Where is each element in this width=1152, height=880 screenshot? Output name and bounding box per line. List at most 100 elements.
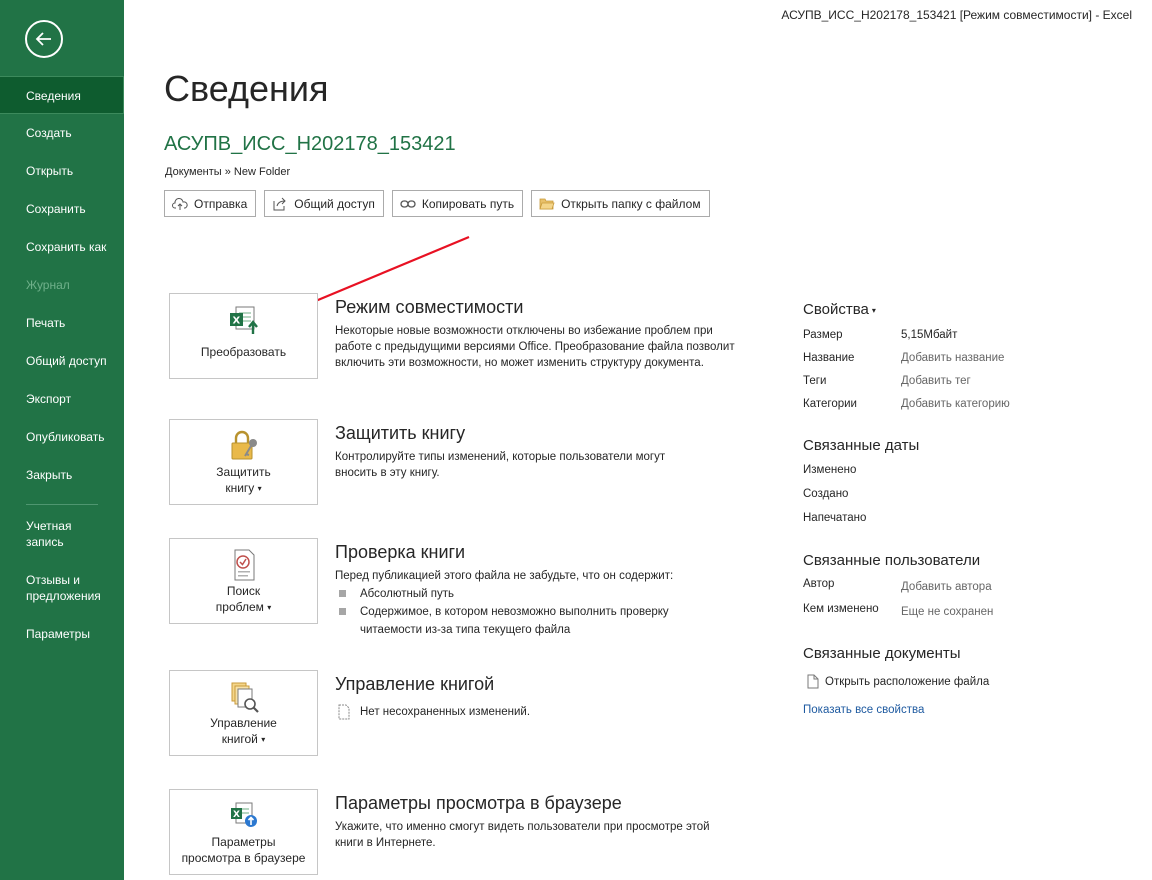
- nav-feedback-line2: предложения: [26, 589, 101, 603]
- check-issues-label: Поиск проблем ▾: [216, 583, 271, 616]
- date-created-label: Создано: [803, 488, 849, 500]
- share-button[interactable]: Общий доступ: [264, 190, 384, 217]
- browser-view-options-label: Параметры просмотра в браузере: [182, 834, 306, 866]
- nav-close[interactable]: Закрыть: [0, 456, 124, 494]
- nav-export[interactable]: Экспорт: [0, 380, 124, 418]
- browser-view-options-button[interactable]: X Параметры просмотра в браузере: [169, 789, 318, 875]
- upload-button[interactable]: Отправка: [164, 190, 257, 217]
- properties-dropdown[interactable]: Свойства ▾: [803, 301, 876, 318]
- open-file-location-link[interactable]: Открыть расположение файла: [825, 676, 989, 688]
- page-title: Сведения: [164, 68, 329, 109]
- protect-workbook-button[interactable]: Защитить книгу ▾: [169, 419, 318, 505]
- chevron-down-icon: ▾: [871, 305, 876, 315]
- document-icon: [807, 674, 819, 689]
- link-icon: [400, 196, 416, 212]
- compat-title: Режим совместимости: [335, 297, 524, 317]
- backstage-nav-secondary: Учетная запись Отзывы и предложения Пара…: [0, 518, 124, 642]
- copy-path-label: Копировать путь: [421, 196, 515, 211]
- manage-workbook-label: Управление книгой ▾: [210, 715, 277, 748]
- open-folder-button[interactable]: Открыть папку с файлом: [531, 190, 710, 217]
- manage-versions-icon: [226, 679, 262, 715]
- convert-button[interactable]: X Преобразовать: [169, 293, 318, 379]
- prop-title-input[interactable]: Добавить название: [901, 352, 1004, 364]
- add-author-input[interactable]: Добавить автора: [901, 581, 992, 593]
- manage-title: Управление книгой: [335, 674, 495, 694]
- date-printed-label: Напечатано: [803, 512, 867, 524]
- nav-history: Журнал: [26, 278, 70, 292]
- excel-browser-icon: X: [226, 798, 262, 834]
- nav-new[interactable]: Создать: [0, 114, 124, 152]
- inspect-title: Проверка книги: [335, 542, 466, 562]
- prop-tags-label: Теги: [803, 375, 827, 387]
- show-all-properties-link[interactable]: Показать все свойства: [803, 704, 924, 716]
- prop-size-value: 5,15Мбайт: [901, 329, 958, 341]
- date-modified-label: Изменено: [803, 464, 857, 476]
- nav-info[interactable]: Сведения: [0, 76, 124, 114]
- file-name: АСУПВ_ИСС_Н202178_153421: [164, 133, 456, 155]
- nav-account-line1: Учетная: [26, 519, 72, 533]
- browser-desc: Укажите, что именно смогут видеть пользо…: [335, 821, 710, 849]
- nav-options[interactable]: Параметры: [0, 626, 124, 642]
- last-modified-by-value: Еще не сохранен: [901, 606, 994, 618]
- open-folder-label: Открыть папку с файлом: [561, 196, 701, 211]
- protect-title: Защитить книгу: [335, 423, 466, 443]
- prop-tags-input[interactable]: Добавить тег: [901, 375, 971, 387]
- check-issues-line2-wrap: проблем ▾: [216, 599, 271, 616]
- bullet-icon: [339, 590, 346, 597]
- nav-publish[interactable]: Опубликовать: [0, 418, 124, 456]
- prop-title-label: Название: [803, 352, 855, 364]
- manage-workbook-line2-wrap: книгой ▾: [210, 731, 277, 748]
- manage-status: Нет несохраненных изменений.: [360, 706, 531, 718]
- prop-categories-label: Категории: [803, 398, 857, 410]
- protect-desc: Контролируйте типы изменений, которые по…: [335, 451, 666, 479]
- nav-share[interactable]: Общий доступ: [0, 342, 124, 380]
- lock-key-icon: [226, 428, 262, 464]
- nav-open[interactable]: Открыть: [0, 152, 124, 190]
- browser-view-options-line2: просмотра в браузере: [181, 851, 306, 865]
- check-issues-button[interactable]: Поиск проблем ▾: [169, 538, 318, 624]
- chevron-down-icon: ▾: [257, 483, 262, 493]
- inspect-desc: Перед публикацией этого файла не забудьт…: [335, 570, 674, 582]
- back-arrow-icon: [35, 32, 51, 46]
- related-docs-title: Связанные документы: [803, 645, 961, 662]
- bullet-icon: [339, 608, 346, 615]
- inspect-bullet-accessibility: Содержимое, в котором невозможно выполни…: [360, 606, 669, 636]
- manage-workbook-button[interactable]: Управление книгой ▾: [169, 670, 318, 756]
- window-title: АСУПВ_ИСС_Н202178_153421 [Режим совмести…: [781, 8, 1132, 22]
- chevron-down-icon: ▾: [267, 602, 272, 612]
- nav-feedback-line1: Отзывы и: [26, 573, 80, 587]
- convert-label: Преобразовать: [200, 345, 287, 359]
- nav-feedback[interactable]: Отзывы и предложения: [0, 572, 124, 626]
- folder-icon: [539, 196, 555, 212]
- file-actions: Отправка Общий доступ Копировать путь От…: [164, 190, 710, 217]
- share-label: Общий доступ: [294, 196, 375, 211]
- browser-title: Параметры просмотра в браузере: [335, 793, 622, 813]
- prop-categories-input[interactable]: Добавить категорию: [901, 398, 1010, 410]
- protect-workbook-line1: Защитить: [216, 465, 271, 479]
- manage-workbook-line1: Управление: [210, 716, 277, 730]
- nav-divider: [26, 504, 98, 505]
- svg-text:X: X: [232, 316, 240, 327]
- nav-save-as[interactable]: Сохранить как: [0, 228, 124, 266]
- check-issues-line1: Поиск: [226, 584, 261, 598]
- protect-workbook-label: Защитить книгу ▾: [216, 464, 270, 497]
- nav-print[interactable]: Печать: [0, 304, 124, 342]
- share-icon: [272, 196, 288, 212]
- back-button[interactable]: [25, 20, 63, 58]
- protect-workbook-line2: книгу: [225, 481, 255, 495]
- copy-path-button[interactable]: Копировать путь: [391, 190, 524, 217]
- nav-account[interactable]: Учетная запись: [0, 518, 124, 572]
- browser-view-options-line1: Параметры: [211, 835, 276, 849]
- chevron-down-icon: ▾: [261, 734, 266, 744]
- inspect-document-icon: [226, 547, 262, 583]
- compat-desc: Некоторые новые возможности отключены во…: [335, 325, 735, 369]
- inspect-bullet-absolute-path: Абсолютный путь: [360, 588, 454, 600]
- check-issues-line2: проблем: [215, 600, 264, 614]
- nav-save[interactable]: Сохранить: [0, 190, 124, 228]
- nav-account-line2: запись: [26, 535, 64, 549]
- backstage-nav: Сведения Создать Открыть Сохранить Сохра…: [0, 76, 124, 494]
- related-dates-title: Связанные даты: [803, 437, 920, 454]
- svg-text:X: X: [233, 810, 240, 820]
- properties-title: Свойства: [803, 301, 869, 318]
- manage-workbook-line2: книгой: [221, 732, 258, 746]
